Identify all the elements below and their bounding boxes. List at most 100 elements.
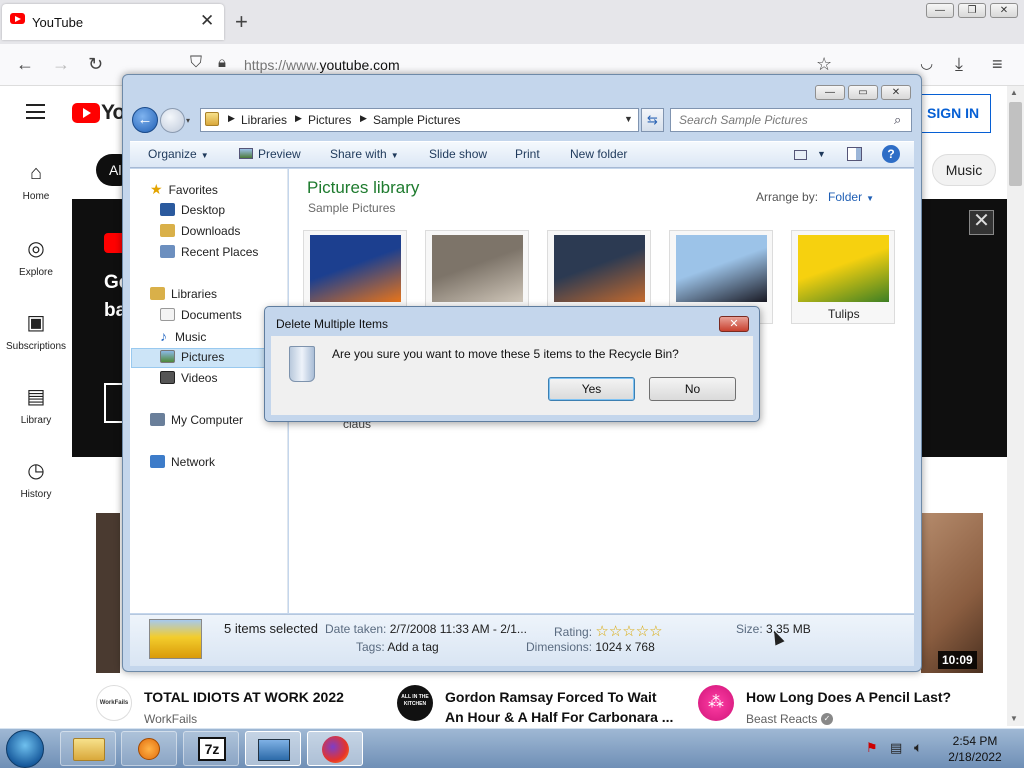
youtube-logo-icon[interactable] <box>72 103 100 123</box>
rating-label: Rating: <box>554 625 593 639</box>
yes-button[interactable]: Yes <box>548 377 635 401</box>
scroll-down-icon[interactable]: ▼ <box>1010 714 1018 723</box>
video-thumbnail[interactable] <box>921 513 983 673</box>
menu-icon[interactable]: ≡ <box>992 54 1003 75</box>
new-folder-button[interactable]: New folder <box>570 147 627 161</box>
taskbar-explorer[interactable] <box>60 731 116 766</box>
slide-show-button[interactable]: Slide show <box>429 147 487 161</box>
explorer-maximize-button[interactable]: ▭ <box>848 85 878 100</box>
address-dropdown-icon[interactable]: ▼ <box>624 114 633 124</box>
search-input[interactable]: Search Sample Pictures <box>670 108 912 132</box>
forward-arrow-icon[interactable] <box>160 108 185 133</box>
explorer-minimize-button[interactable]: — <box>815 85 845 100</box>
channel-avatar[interactable]: ALL IN THE KITCHEN <box>397 685 433 721</box>
refresh-icon[interactable]: ⇆ <box>641 108 664 132</box>
nav-documents[interactable]: Documents <box>160 305 242 325</box>
nav-favorites[interactable]: ★ Favorites <box>150 179 218 199</box>
video-channel[interactable]: Beast Reacts <box>746 712 817 726</box>
sidebar-label: Library <box>20 415 52 426</box>
taskbar-photo-viewer[interactable] <box>245 731 301 766</box>
hamburger-menu-icon[interactable] <box>26 104 45 119</box>
organize-button[interactable]: Organize ▼ <box>148 147 209 161</box>
share-with-button[interactable]: Share with ▼ <box>330 147 399 161</box>
preview-pane-icon[interactable] <box>847 147 862 161</box>
nav-desktop[interactable]: Desktop <box>160 200 225 220</box>
no-button[interactable]: No <box>649 377 736 401</box>
downloads-icon[interactable]: ⤓ <box>955 54 963 75</box>
date-taken-value[interactable]: 2/7/2008 11:33 AM - 2/1... <box>390 622 527 636</box>
sidebar-item-subscriptions[interactable]: ▣ Subscriptions <box>0 310 72 352</box>
search-icon[interactable]: ⌕ <box>894 112 901 128</box>
new-tab-button[interactable]: + <box>235 9 248 35</box>
url-bar[interactable]: https://www.youtube.com <box>244 57 400 73</box>
scrollbar-thumb[interactable] <box>1009 102 1022 186</box>
recent-pages-dropdown-icon[interactable]: ▾ <box>186 116 190 125</box>
channel-avatar[interactable]: WorkFails <box>96 685 132 721</box>
thumbnail-koala <box>432 235 523 302</box>
banner-button[interactable] <box>104 383 124 423</box>
video-title[interactable]: Gordon Ramsay Forced To Wait <box>445 687 657 707</box>
breadcrumb-separator-icon[interactable]: ▶ <box>228 113 235 124</box>
breadcrumb-sample-pictures[interactable]: Sample Pictures <box>373 113 460 127</box>
video-thumbnail[interactable] <box>96 513 120 673</box>
breadcrumb-libraries[interactable]: Libraries <box>241 113 287 127</box>
reload-icon[interactable]: ↻ <box>88 54 103 75</box>
rating-stars-icon[interactable]: ☆☆☆☆☆ <box>595 623 662 640</box>
tags-value[interactable]: Add a tag <box>387 640 438 654</box>
change-view-icon[interactable] <box>794 150 807 160</box>
browser-restore-button[interactable]: ❐ <box>958 3 986 18</box>
print-button[interactable]: Print <box>515 147 540 161</box>
arrange-by[interactable]: Arrange by: Folder ▼ <box>756 190 874 204</box>
nav-music[interactable]: ♪ Music <box>160 326 206 346</box>
sign-in-button[interactable]: SIGN IN <box>918 94 991 133</box>
nav-recent-places[interactable]: Recent Places <box>160 242 258 262</box>
media-player-icon <box>138 738 160 760</box>
breadcrumb-pictures[interactable]: Pictures <box>308 113 351 127</box>
arrange-value[interactable]: Folder <box>828 190 862 204</box>
channel-avatar[interactable]: ⁂ <box>698 685 734 721</box>
taskbar-firefox[interactable] <box>307 731 363 766</box>
pocket-icon[interactable]: ◡ <box>920 54 933 72</box>
nav-network[interactable]: Network <box>150 452 215 472</box>
nav-pictures[interactable]: Pictures <box>160 347 224 367</box>
tab-close-icon[interactable]: ✕ <box>200 11 214 31</box>
forward-arrow-icon[interactable]: → <box>52 54 70 75</box>
sidebar-item-home[interactable]: ⌂ Home <box>0 162 72 202</box>
shield-icon[interactable]: ⛉ <box>190 54 202 72</box>
sidebar-item-library[interactable]: ▤ Library <box>0 384 72 426</box>
sidebar-item-history[interactable]: ◷ History <box>0 458 72 500</box>
browser-close-button[interactable]: ✕ <box>990 3 1018 18</box>
volume-icon[interactable]: 🔈︎ <box>914 739 922 756</box>
video-channel[interactable]: WorkFails <box>144 712 197 726</box>
nav-label: Documents <box>181 308 242 322</box>
sidebar-item-explore[interactable]: ◎ Explore <box>0 236 72 278</box>
lock-icon[interactable]: 🔒︎ <box>218 54 226 71</box>
video-title-line-2[interactable]: An Hour & A Half For Carbonara ... <box>445 707 673 727</box>
start-button[interactable] <box>6 730 44 768</box>
breadcrumb-separator-icon[interactable]: ▶ <box>295 113 302 124</box>
network-status-icon[interactable]: ▤ <box>890 740 902 756</box>
nav-downloads[interactable]: Downloads <box>160 221 240 241</box>
back-arrow-icon[interactable]: ← <box>16 54 34 75</box>
nav-videos[interactable]: Videos <box>160 368 217 388</box>
view-dropdown-icon[interactable]: ▼ <box>817 149 826 159</box>
help-icon[interactable]: ? <box>882 145 900 163</box>
back-arrow-icon[interactable]: ← <box>132 107 158 133</box>
explorer-close-button[interactable]: ✕ <box>881 85 911 100</box>
breadcrumb-separator-icon[interactable]: ▶ <box>360 113 367 124</box>
banner-close-button[interactable]: ✕ <box>969 210 994 235</box>
action-center-flag-icon[interactable]: ⚑ <box>866 740 878 756</box>
clock[interactable]: 2:54 PM 2/18/2022 <box>935 733 1015 765</box>
dialog-close-button[interactable]: ✕ <box>719 316 749 332</box>
preview-button[interactable]: Preview <box>239 147 301 161</box>
chip-music[interactable]: Music <box>932 154 996 186</box>
taskbar-7zip[interactable]: 7z <box>183 731 239 766</box>
scroll-up-icon[interactable]: ▲ <box>1010 88 1018 97</box>
video-title[interactable]: TOTAL IDIOTS AT WORK 2022 <box>144 687 344 707</box>
nav-my-computer[interactable]: My Computer <box>150 410 243 430</box>
video-title[interactable]: How Long Does A Pencil Last? <box>746 687 951 707</box>
nav-libraries[interactable]: Libraries <box>150 284 217 304</box>
taskbar-media-player[interactable] <box>121 731 177 766</box>
bookmark-star-icon[interactable]: ☆ <box>816 54 832 75</box>
browser-minimize-button[interactable]: — <box>926 3 954 18</box>
